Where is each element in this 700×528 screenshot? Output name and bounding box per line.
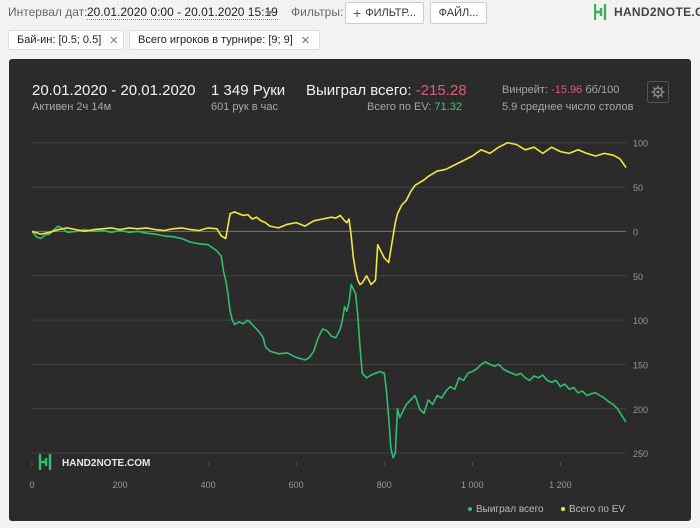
date-range-select[interactable]: 20.01.2020 0:00 - 20.01.2020 15:19 (87, 5, 278, 20)
stats-ev: Всего по EV: 71.32 (367, 101, 462, 113)
stats-won: Выиграл всего: -215.28 (306, 82, 467, 99)
winrate-unit: бб/100 (585, 84, 620, 96)
filters-label: Фильтры: (291, 5, 344, 19)
winrate-value: -15.96 (551, 84, 583, 96)
plus-icon: + (353, 5, 362, 21)
file-button[interactable]: ФАЙЛ... (430, 2, 487, 24)
filter-chip-buyin: Бай-ин: [0.5; 0.5] ✕ (8, 30, 124, 50)
ev-value: 71.32 (434, 101, 462, 113)
stats-hands-per-hour: 601 рук в час (211, 101, 279, 113)
chip-label: Бай-ин: [0.5; 0.5] (17, 34, 102, 46)
results-panel: 20.01.2020 - 20.01.2020 Активен 2ч 14м 1… (9, 59, 691, 521)
stats-winrate: Винрейт: -15.96 бб/100 (502, 84, 619, 96)
file-button-label: ФАЙЛ... (438, 7, 479, 19)
top-bar: Интервал дат: 20.01.2020 0:00 - 20.01.20… (0, 0, 700, 28)
interval-label: Интервал дат: (8, 5, 88, 19)
filter-chip-players: Всего игроков в турнире: [9; 9] ✕ (129, 30, 320, 50)
brand-logo: HAND2NOTE.COM (594, 3, 700, 21)
stats-active-time: Активен 2ч 14м (32, 101, 112, 113)
stats-date-range: 20.01.2020 - 20.01.2020 (32, 82, 196, 99)
won-value: -215.28 (415, 82, 467, 99)
add-filter-button[interactable]: + ФИЛЬТР... (345, 2, 424, 24)
winrate-label: Винрейт: (502, 84, 549, 96)
won-label: Выиграл всего: (306, 82, 412, 99)
close-icon[interactable]: ✕ (109, 34, 118, 47)
close-icon[interactable]: ✕ (301, 34, 310, 47)
settings-button[interactable] (647, 81, 669, 103)
brand-name: HAND2NOTE.COM (614, 5, 700, 19)
stats-hands: 1 349 Руки (211, 82, 286, 99)
chip-label: Всего игроков в турнире: [9; 9] (138, 34, 293, 46)
ev-label: Всего по EV: (367, 101, 432, 113)
gear-icon (651, 85, 665, 99)
hand2note-logo-icon (594, 4, 607, 20)
stats-avg-tables: 5.9 среднее число столов (502, 101, 634, 113)
chevron-down-icon[interactable] (265, 11, 273, 16)
add-filter-label: ФИЛЬТР... (365, 7, 416, 19)
